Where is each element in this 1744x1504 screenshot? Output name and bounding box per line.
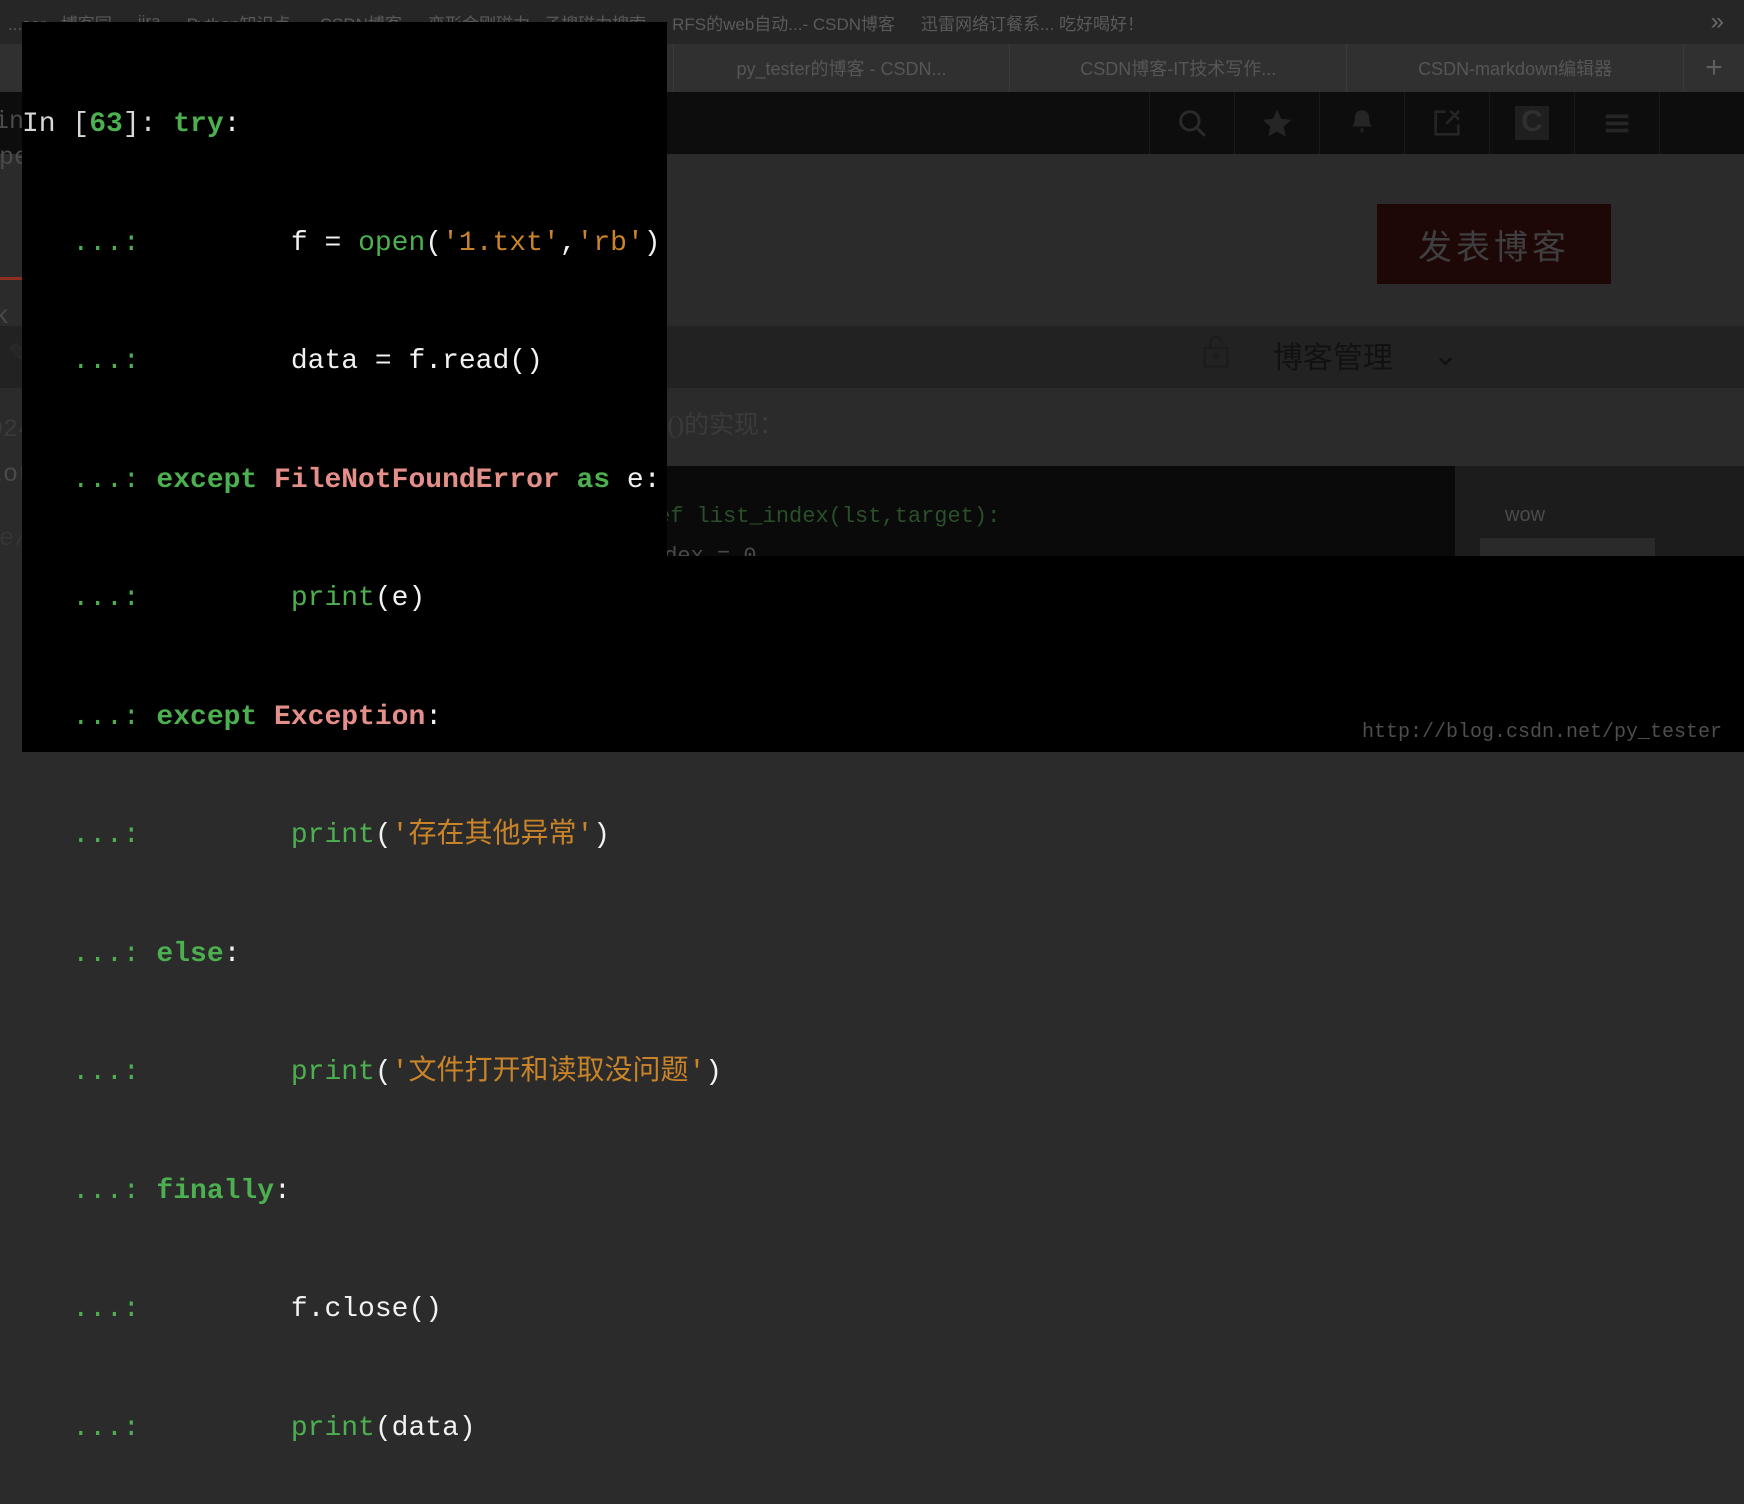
compose-icon[interactable] [1404, 92, 1489, 154]
console-line: ...: f = open('1.txt','rb') [22, 227, 661, 259]
console-line: ...: print(e) [22, 583, 426, 614]
console-line: In [63]: try: [22, 109, 241, 140]
console-line: ...: finally: [22, 1175, 291, 1207]
csdn-logo-icon[interactable]: C [1489, 92, 1574, 154]
new-tab-button[interactable]: + [1684, 44, 1744, 92]
chevron-down-icon[interactable]: ⌄ [1433, 338, 1458, 373]
browser-tab[interactable]: CSDN-markdown编辑器 [1347, 44, 1684, 92]
console-line: ...: except FileNotFoundError as e: [22, 464, 661, 496]
background-right-label: wow [1505, 504, 1546, 526]
header-spacer [1659, 92, 1744, 154]
console-line: ...: data = f.read() [22, 346, 543, 377]
publish-blog-button[interactable]: 发表博客 [1377, 204, 1611, 284]
console-code-content[interactable]: In [63]: try: ...: f = open('1.txt','rb'… [22, 26, 1333, 1504]
bookmarks-overflow-icon[interactable]: » [1711, 8, 1724, 36]
console-line: ...: print('存在其他异常') [22, 820, 611, 851]
watermark: http://blog.csdn.net/py_tester [1361, 721, 1722, 744]
console-line: ...: f.close() [22, 1294, 443, 1325]
console-line: ...: except Exception: [22, 701, 443, 733]
hamburger-menu-icon[interactable] [1574, 92, 1659, 154]
console-line: ...: print(data) [22, 1412, 476, 1444]
console-line: ...: print('文件打开和读取没问题') [22, 1057, 723, 1088]
console-line: ...: else: [22, 938, 241, 970]
